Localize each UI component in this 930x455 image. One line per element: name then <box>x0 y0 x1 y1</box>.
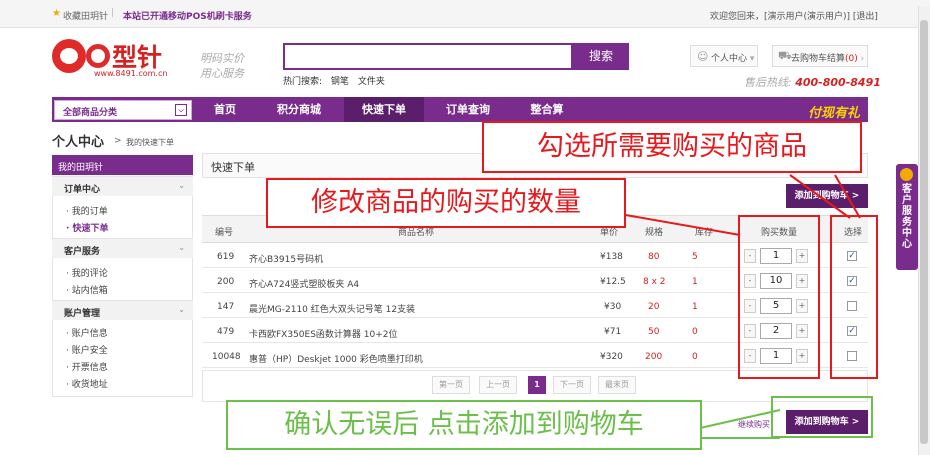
arrow-select-line-2 <box>834 174 861 219</box>
annotation-change-qty: 修改商品的购买的数量 <box>266 178 626 228</box>
confirm-highlight-box <box>771 396 873 438</box>
customer-service-tab[interactable]: 客户服务中心 <box>896 164 918 270</box>
annotation-confirm-add: 确认无误后 点击添加到购物车 <box>226 400 702 450</box>
arrow-select-line <box>789 174 851 219</box>
arrow-confirm-line <box>699 409 781 429</box>
annotation-select-goods: 勾选所需要购买的商品 <box>482 121 862 173</box>
service-icon <box>900 168 913 181</box>
scrollbar-thumb[interactable] <box>920 20 928 444</box>
arrow-qty-line <box>619 213 741 236</box>
customer-service-label: 客户服务中心 <box>902 184 912 250</box>
